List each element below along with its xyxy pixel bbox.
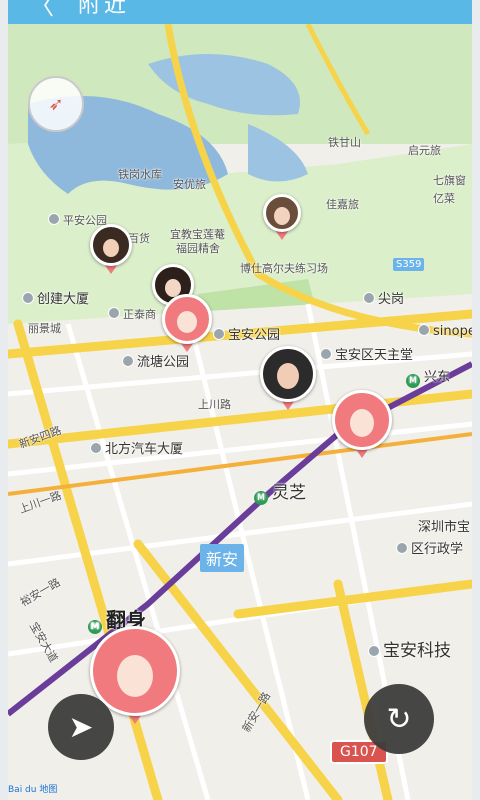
map-view[interactable]: ➶ 铁岗水库 安优旅 平安公园 百货 宜教宝莲菴 福园精舍 铁甘山 启元旅 七旗… <box>8 24 472 800</box>
map-label: 深圳市宝 <box>418 520 471 535</box>
map-label: 铁岗水库 <box>118 168 162 181</box>
metro-station-label: M 灵芝 <box>254 478 306 505</box>
road-label: 上川路 <box>198 398 231 411</box>
map-label: 启元旅 <box>408 144 441 157</box>
map-label: 七旗窗 <box>433 174 466 187</box>
map-label: 铁甘山 <box>328 136 361 149</box>
map-label: 创建大厦 <box>22 288 89 307</box>
poi-icon <box>418 324 430 336</box>
poi-icon <box>363 292 375 304</box>
map-label: 博仕高尔夫练习场 <box>240 262 328 275</box>
poi-icon <box>320 348 332 360</box>
metro-icon: M <box>254 491 268 505</box>
map-label: 正泰商 <box>108 306 156 322</box>
map-label: 宝安科技 <box>368 636 451 661</box>
page-title: 附近 <box>78 0 131 18</box>
user-pin[interactable] <box>162 294 212 352</box>
compass-icon: ➶ <box>48 93 64 115</box>
refresh-button[interactable]: ↻ <box>364 684 434 754</box>
map-label: 北方汽车大厦 <box>90 438 183 457</box>
user-pin[interactable] <box>263 194 301 240</box>
title-bar: 〈 附近 <box>8 0 472 24</box>
avatar <box>263 194 301 232</box>
user-pin[interactable] <box>260 346 316 410</box>
map-label: sinopec <box>418 324 472 339</box>
poi-icon <box>22 292 34 304</box>
compass-button[interactable]: ➶ <box>28 76 84 132</box>
poi-icon <box>396 542 408 554</box>
locate-button[interactable]: ➤ <box>48 694 114 760</box>
map-label: 安优旅 <box>173 178 206 191</box>
map-label: 丽景城 <box>28 322 61 335</box>
map-label: 佳嘉旅 <box>326 198 359 211</box>
poi-icon <box>90 442 102 454</box>
map-label: 流塘公园 <box>122 351 189 370</box>
metro-icon: M <box>406 374 420 388</box>
avatar <box>332 390 392 450</box>
map-provider-logo: Bai du 地图 <box>8 785 58 795</box>
metro-station-label: M 兴东 <box>406 366 450 388</box>
map-label: 宝安区天主堂 <box>320 344 413 363</box>
map-label: 宝安公园 <box>213 324 280 343</box>
user-pin[interactable] <box>90 224 132 274</box>
avatar <box>90 224 132 266</box>
map-label: 尖岗 <box>363 288 404 307</box>
avatar <box>162 294 212 344</box>
map-label: 福园精舍 <box>176 242 220 255</box>
map-label: 亿菜 <box>433 192 455 205</box>
refresh-icon: ↻ <box>386 701 412 737</box>
poi-icon <box>48 213 60 225</box>
map-label: 区行政学 <box>396 538 463 557</box>
navigation-arrow-icon: ➤ <box>68 709 94 745</box>
route-badge: S359 <box>393 258 425 271</box>
avatar <box>260 346 316 402</box>
district-badge: 新安 <box>200 544 245 572</box>
poi-icon <box>213 328 225 340</box>
back-button[interactable]: 〈 <box>30 0 54 18</box>
poi-icon <box>368 645 380 657</box>
poi-icon <box>122 355 134 367</box>
user-pin[interactable] <box>332 390 392 458</box>
poi-icon <box>108 307 120 319</box>
